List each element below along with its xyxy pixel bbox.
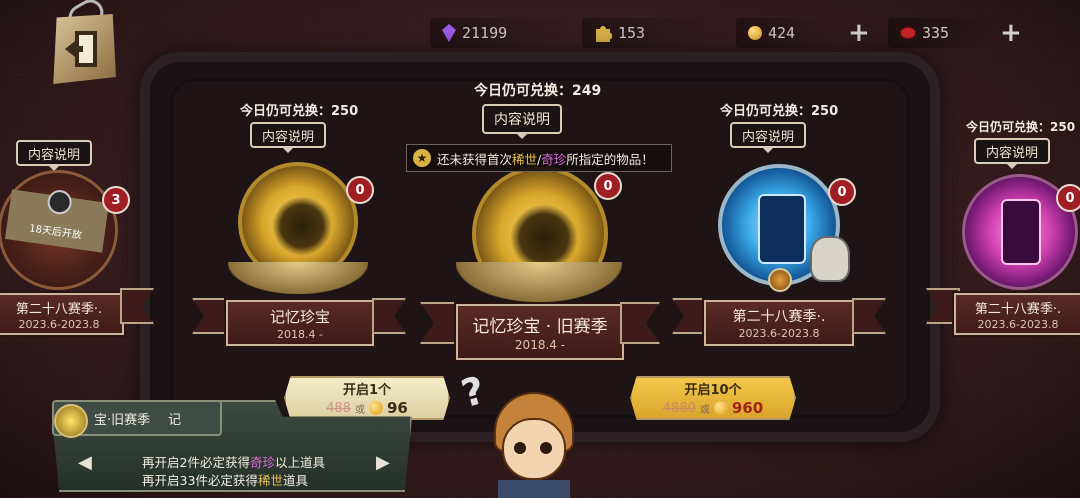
chest-plate: 记忆珍宝 · 旧赛季 2018.4 - [456,304,624,360]
mascot-figure [810,236,850,282]
count-badge: 0 [594,172,622,200]
chest-title: 第二十八赛季·. [732,309,826,325]
quota-text: 今日仍可兑换：250 [966,120,1076,134]
silhouette-icon [272,196,332,256]
content-info-button[interactable]: 内容说明 [16,140,93,171]
quota-text: 今日仍可兑换：250 [720,104,839,119]
guarantee-line-1: 再开启2件必定获得奇珍以上道具 [142,455,326,470]
chest-plate: 第二十八赛季·. 2023.6-2023.8 [704,300,854,346]
red-orb-icon [900,27,916,39]
next-arrow-icon[interactable]: ▶ [376,452,390,473]
currency-clue: 21199 [430,18,580,48]
old-price: 488 [326,400,351,416]
chest-date: 2023.6-2023.8 [18,317,100,331]
guarantee-line-2: 再开启33件必定获得稀世道具 [142,473,308,488]
puzzle-piece-icon [596,26,612,42]
hint-tooltip: ★ 还未获得首次稀世/奇珍所指定的物品！ [406,144,672,172]
open-one-label: 开启1个 [342,383,392,398]
price: 960 [731,399,764,417]
chest-date: 2023.6-2023.8 [738,327,820,340]
chest-plate: 第二十八赛季·. 2023.6-2023.8 [954,293,1080,335]
chest-title: 记忆珍宝 · 旧赛季 [472,317,608,337]
content-info-button[interactable]: 内容说明 [482,104,562,139]
old-price: 4880 [662,400,696,416]
gold-coin-icon [713,401,728,415]
add-coins-button[interactable]: + [848,20,870,46]
gold-coin-icon [748,26,762,40]
open-one-button[interactable]: 开启1个 488 或 96 [284,376,450,420]
chest-title: 第二十八赛季·. [15,301,103,317]
currency-red: 335 [888,18,998,48]
open-ten-button[interactable]: 开启10个 4880 或 960 [630,376,796,420]
currency-fragments: 153 [582,18,722,48]
currency-coins: 424 [736,18,836,48]
guarantee-tab-title: 宝·旧赛季 [94,412,151,428]
quota-text: 今日仍可兑换：250 [240,104,359,119]
currency-value: 153 [618,24,646,42]
currency-value: 424 [768,24,796,42]
or-text: 或 [699,404,710,416]
open-one-cost: 488 或 96 [326,399,408,417]
character-portrait[interactable] [484,392,584,498]
laurel-decoration [456,262,622,302]
count-badge: 0 [346,176,374,204]
add-red-button[interactable]: + [1000,20,1022,46]
locked-label: 18天后开放 [28,222,83,242]
chest-plate: 记忆珍宝 2018.4 - [226,300,374,346]
price: 96 [386,399,408,417]
chest-date: 2018.4 - [514,338,566,352]
count-badge: 0 [1056,184,1080,212]
prev-arrow-icon[interactable]: ◀ [78,452,92,473]
star-icon: ★ [413,149,431,167]
purple-crystal-icon [442,24,456,42]
currency-bar: 21199 153 424 + 335 + [430,18,1030,48]
chest-thumbnail-icon [54,404,88,438]
chest-title: 记忆珍宝 [269,307,330,326]
card-icon [758,194,806,264]
count-badge: 0 [828,178,856,206]
chest-date: 2023.6-2023.8 [977,317,1059,331]
open-ten-label: 开启10个 [684,383,742,398]
gold-coin-icon [368,401,383,415]
hint-text: 还未获得首次稀世/奇珍所指定的物品！ [437,151,654,167]
laurel-decoration [228,262,368,294]
emblem-icon [768,268,792,292]
count-badge: 3 [102,186,130,214]
currency-value: 335 [922,24,950,42]
currency-value: 21199 [462,24,508,42]
exit-button[interactable] [53,14,116,84]
quota-text: 今日仍可兑换：249 [474,83,602,99]
or-text: 或 [354,404,365,416]
card-icon [1001,199,1041,265]
chest-date: 2018.4 - [277,327,323,341]
exit-door-icon [65,31,97,67]
content-info-button[interactable]: 内容说明 [250,122,327,153]
content-info-button[interactable]: 内容说明 [730,122,807,153]
chest-title: 第二十八赛季·. [974,301,1062,317]
guarantee-tab-extra: 记 [168,412,182,428]
chest-plate: 第二十八赛季·. 2023.6-2023.8 [0,293,124,335]
open-ten-cost: 4880 或 960 [663,399,763,417]
content-info-button[interactable]: 内容说明 [974,138,1051,169]
